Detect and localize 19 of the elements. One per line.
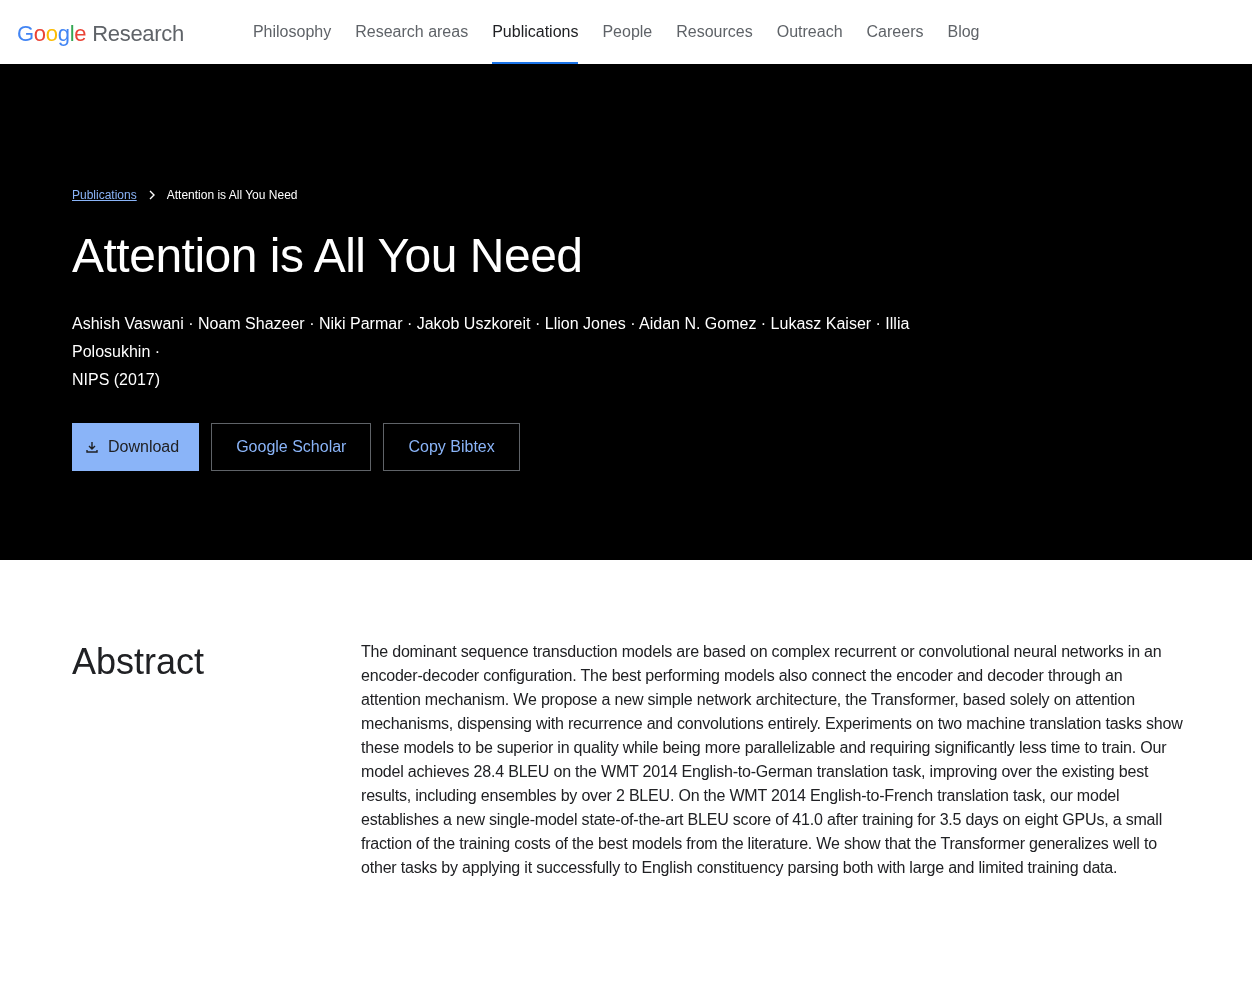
google-research-logo[interactable]: Google Research bbox=[17, 2, 184, 64]
authors-list: Ashish Vaswani · Noam Shazeer · Niki Parmar · Jakob Uszkoreit · Llion Jones · Aidan N. Gomez · Lukasz Kaiser · Illia Polosukhin · bbox=[72, 310, 992, 366]
breadcrumb-link[interactable]: Publications bbox=[72, 186, 137, 204]
link-button[interactable]: Google Scholar bbox=[211, 423, 372, 471]
download-icon bbox=[86, 441, 98, 453]
venue-text: NIPS (2017) bbox=[72, 370, 161, 390]
page-title: Attention is All You Need bbox=[72, 228, 584, 284]
breadcrumb-current: Attention is All You Need bbox=[166, 187, 298, 204]
nav-tab[interactable]: Philosophy bbox=[252, 0, 332, 64]
nav-tab[interactable]: Resources bbox=[676, 0, 753, 64]
nav-tab[interactable]: Research areas bbox=[355, 0, 469, 64]
download-button[interactable]: Download bbox=[72, 423, 200, 471]
abstract-heading: Abstract bbox=[72, 640, 206, 684]
abstract-text: The dominant sequence transduction models are based on complex recurrent or convolutional neural networks in an encoder-decoder configuration. The best performing models also connect the encoder and decoder through an attention mechanism. We propose a new simple network architecture, the Transformer, based solely on attention mechanisms, dispensing with recurrence and convolutions entirely. Experiments on two machine translation tasks show these models to be superior in quality while being more parallelizable and requiring significantly less time to train. Our model achieves 28.4 BLEU on the WMT 2014 English-to-German translation task, improving over the existing best results, including ensembles by over 2 BLEU. On the WMT 2014 English-to-French translation task, our model establishes a new single-model state-of-the-art BLEU score of 41.0 after training for 3.5 days on eight GPUs, a small fraction of the training costs of the best models from the literature. We show that the Transformer generalizes well to other tasks by applying it successfully to English constituency parsing both with large and limited training data. bbox=[361, 642, 1183, 878]
nav-tab[interactable]: Blog bbox=[947, 0, 980, 64]
nav-tab[interactable]: Careers bbox=[866, 0, 924, 64]
link-button[interactable]: Copy Bibtex bbox=[383, 423, 520, 471]
nav-tab[interactable]: Outreach bbox=[776, 0, 843, 64]
nav-tab[interactable]: People bbox=[602, 0, 653, 64]
